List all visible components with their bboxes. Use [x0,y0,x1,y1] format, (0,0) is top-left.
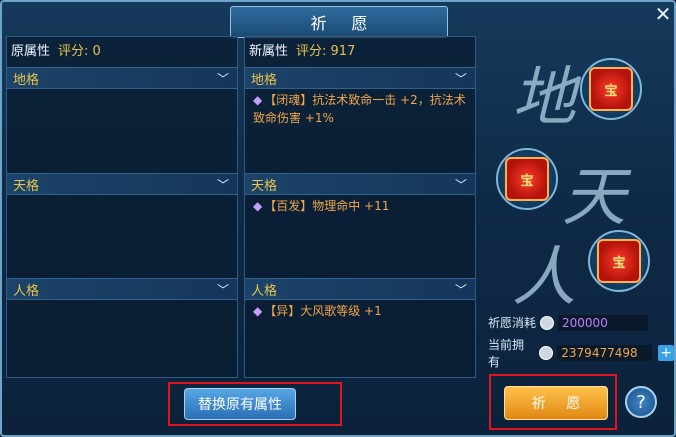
new-section-tian[interactable]: 天格 ﹀ [245,173,475,195]
chevron-down-icon: ﹀ [216,282,229,297]
original-attributes-header: 原属性 评分: 0 [7,37,237,61]
highlight-box-pray [489,374,617,430]
original-section-ren[interactable]: 人格 ﹀ [7,278,237,300]
silver-coin-icon [540,315,555,330]
owned-value: 2379477498 [557,345,653,361]
cost-label: 祈愿消耗 [488,316,537,330]
new-attributes-panel: 新属性 评分: 917 地格 ﹀ ◆ 【闭魂】抗法术致命一击 +2，抗法术致命伤害… [244,36,476,378]
cost-value: 200000 [558,314,649,331]
silver-coin-icon [539,346,554,360]
original-section-tian[interactable]: 天格 ﹀ [7,173,237,195]
section-label: 地格 [13,72,40,88]
glyph-tian: 天 [562,161,626,235]
original-attributes-title: 原属性 [11,43,51,59]
original-section-di[interactable]: 地格 ﹀ [7,67,237,89]
chevron-down-icon: ﹀ [454,282,467,297]
attr-text: 【闭魂】抗法术致命一击 +2，抗法术致命伤害 +1% [253,93,466,125]
red-treasure-icon: 宝 [589,67,633,111]
slot-tian[interactable]: 宝 [496,148,558,210]
glyph-ren: 人 [512,241,576,315]
slot-di[interactable]: 宝 [580,58,642,120]
original-attributes-panel: 原属性 评分: 0 地格 ﹀ 天格 ﹀ 人格 ﹀ [6,36,238,378]
chevron-down-icon: ﹀ [454,71,467,86]
chevron-down-icon: ﹀ [454,177,467,192]
new-attr-tian: ◆ 【百发】物理命中 +11 [253,197,471,215]
slot-ren[interactable]: 宝 [588,230,650,292]
section-label: 地格 [251,72,278,88]
chevron-down-icon: ﹀ [216,177,229,192]
section-label: 天格 [13,178,40,194]
prayer-slots-area: 地 天 人 宝 宝 宝 [482,36,672,315]
new-attr-di: ◆ 【闭魂】抗法术致命一击 +2，抗法术致命伤害 +1% [253,91,471,127]
dialog-title-bar: 祈 愿 [230,6,448,38]
section-label: 人格 [251,283,278,299]
new-score: 评分: 917 [296,43,356,59]
red-treasure-icon: 宝 [597,239,641,283]
attr-text: 【百发】物理命中 +11 [264,199,390,213]
gem-icon: ◆ [253,304,263,318]
new-attributes-title: 新属性 [249,43,289,59]
chevron-down-icon: ﹀ [216,71,229,86]
dialog-title: 祈 愿 [310,14,378,33]
gem-icon: ◆ [253,93,263,107]
glyph-di: 地 [512,61,576,135]
new-attr-ren: ◆ 【异】大风歌等级 +1 [253,302,471,320]
help-icon[interactable]: ? [625,386,657,418]
original-score: 评分: 0 [58,43,101,59]
section-label: 人格 [13,283,40,299]
close-icon[interactable]: ✕ [652,4,674,26]
prayer-cost-row: 祈愿消耗 200000 [488,314,649,331]
prayer-dialog: 祈 愿 ✕ 原属性 评分: 0 地格 ﹀ 天格 ﹀ 人格 ﹀ 新属性 评分: 9… [0,0,676,437]
add-currency-button[interactable]: + [658,345,674,361]
gem-icon: ◆ [253,199,263,213]
new-section-di[interactable]: 地格 ﹀ [245,67,475,89]
red-treasure-icon: 宝 [505,157,549,201]
owned-row: 当前拥有 2379477498 + [488,336,674,370]
section-label: 天格 [251,178,278,194]
highlight-box-replace [168,382,342,426]
new-section-ren[interactable]: 人格 ﹀ [245,278,475,300]
owned-label: 当前拥有 [488,338,525,369]
new-attributes-header: 新属性 评分: 917 [245,37,475,61]
attr-text: 【异】大风歌等级 +1 [264,304,382,318]
